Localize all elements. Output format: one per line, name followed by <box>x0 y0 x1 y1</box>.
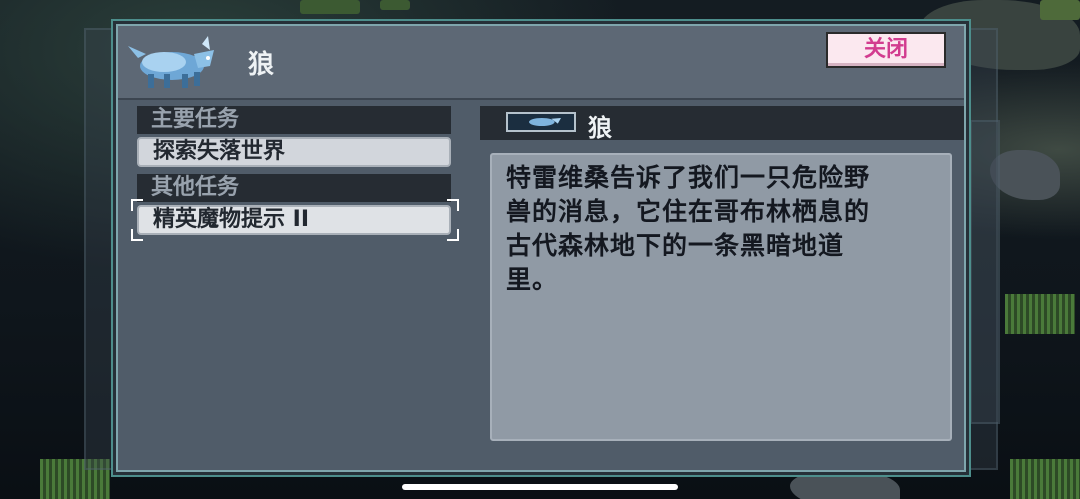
dialog-title: 狼 <box>248 50 275 80</box>
moss <box>300 0 360 14</box>
close-button[interactable]: 关闭 <box>826 32 946 68</box>
moss <box>380 0 410 10</box>
main-quests-header: 主要任务 <box>137 106 451 134</box>
selection-corner <box>447 199 459 211</box>
selection-corner <box>447 229 459 241</box>
background-menu-scroll <box>970 120 1000 424</box>
wolf-portrait-icon <box>128 36 214 88</box>
grass <box>1010 459 1080 499</box>
moss <box>1040 0 1080 20</box>
quest-item-explore-lost-world[interactable]: 探索失落世界 <box>137 137 451 167</box>
quest-item-elite-monster-hint[interactable]: 精英魔物提示 II <box>137 205 451 235</box>
selection-corner <box>131 229 143 241</box>
detail-header: 狼 <box>480 106 964 142</box>
quest-dialog: 狼 关闭 主要任务 探索失落世界 其他任务 精英魔物提示 II 狼 特雷维桑告诉… <box>116 24 966 472</box>
detail-description: 特雷维桑告诉了我们一只危险野 兽的消息，它住在哥布林栖息的 古代森林地下的一条黑… <box>506 163 871 294</box>
cave-rock <box>790 470 900 499</box>
dialog-header: 狼 关闭 <box>118 26 964 100</box>
home-indicator[interactable] <box>402 484 678 490</box>
cave-rock <box>990 150 1060 200</box>
detail-title: 狼 <box>588 114 612 142</box>
other-quests-header: 其他任务 <box>137 174 451 202</box>
wolf-mini-icon <box>506 112 576 132</box>
selection-corner <box>131 199 143 211</box>
grass <box>1005 294 1075 334</box>
detail-description-box: 特雷维桑告诉了我们一只危险野 兽的消息，它住在哥布林栖息的 古代森林地下的一条黑… <box>490 153 952 441</box>
